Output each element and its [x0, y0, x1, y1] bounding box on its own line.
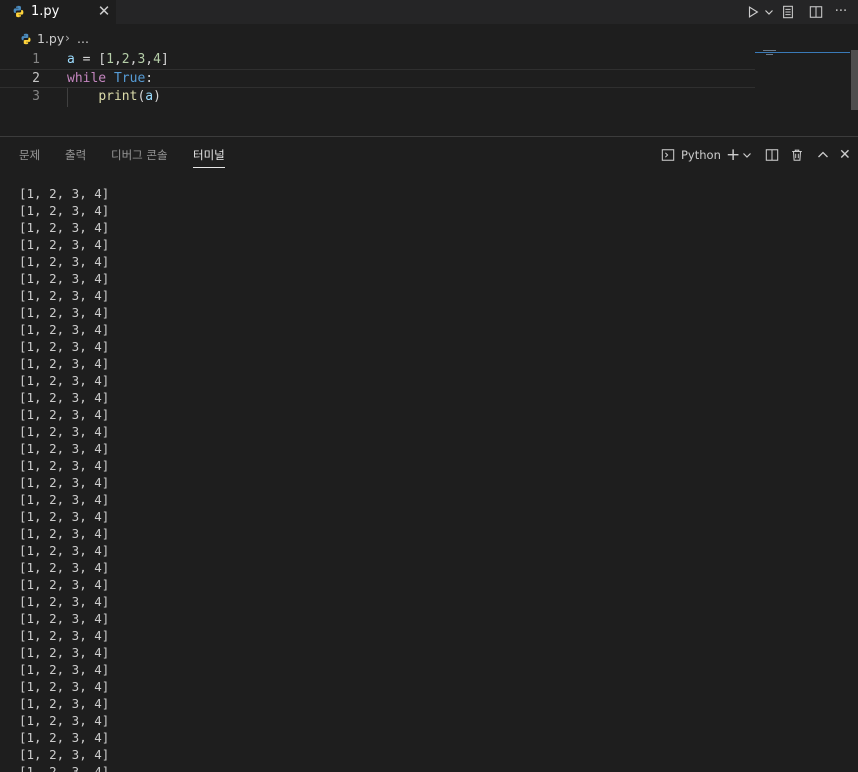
- line-number: 1: [32, 52, 40, 67]
- terminal-line: [1, 2, 3, 4]: [19, 509, 110, 524]
- code-token: a: [145, 89, 154, 104]
- code-token: a: [67, 52, 75, 67]
- terminal-line: [1, 2, 3, 4]: [19, 713, 110, 728]
- terminal-line: [1, 2, 3, 4]: [19, 186, 110, 201]
- python-file-icon: [13, 5, 24, 18]
- breadcrumb-symbols[interactable]: ...: [77, 31, 89, 46]
- terminal-line: [1, 2, 3, 4]: [19, 271, 110, 286]
- terminal-line: [1, 2, 3, 4]: [19, 237, 110, 252]
- chevron-up-icon[interactable]: [817, 145, 829, 165]
- terminal-line: [1, 2, 3, 4]: [19, 696, 110, 711]
- code-token: True: [113, 71, 146, 86]
- trash-icon[interactable]: [790, 145, 804, 165]
- code-token: ,: [145, 52, 154, 67]
- terminal-line: [1, 2, 3, 4]: [19, 560, 110, 575]
- terminal-output[interactable]: [1, 2, 3, 4] [1, 2, 3, 4] [1, 2, 3, 4] [1, …: [19, 185, 839, 772]
- bottom-panel: 문제 출력 디버그 콘솔 터미널 Python + ✕ [1, 2, 3, 4]…: [0, 136, 858, 772]
- terminal-line: [1, 2, 3, 4]: [19, 475, 110, 490]
- panel-tab-bar: 문제 출력 디버그 콘솔 터미널 Python + ✕: [0, 137, 858, 171]
- scrollbar-thumb[interactable]: [851, 50, 858, 110]
- terminal-line: [1, 2, 3, 4]: [19, 254, 110, 269]
- code-text: a = [1,2,3,4]: [67, 52, 169, 67]
- code-text: while True:: [67, 71, 153, 86]
- terminal-line: [1, 2, 3, 4]: [19, 424, 110, 439]
- tab-label: 1.py: [31, 4, 60, 19]
- terminal-line: [1, 2, 3, 4]: [19, 730, 110, 745]
- terminal-line: [1, 2, 3, 4]: [19, 747, 110, 762]
- new-terminal-button[interactable]: +: [726, 145, 740, 165]
- open-preview-icon[interactable]: [779, 3, 797, 21]
- terminal-line: [1, 2, 3, 4]: [19, 577, 110, 592]
- terminal-line: [1, 2, 3, 4]: [19, 611, 110, 626]
- terminal-icon: [661, 145, 675, 165]
- code-token: :: [145, 71, 154, 86]
- terminal-line: [1, 2, 3, 4]: [19, 662, 110, 677]
- code-editor[interactable]: 1 a = [1,2,3,4] 2 while True: 3 print(a): [0, 50, 858, 136]
- code-token: 2: [121, 52, 130, 67]
- terminal-line: [1, 2, 3, 4]: [19, 356, 110, 371]
- terminal-line: [1, 2, 3, 4]: [19, 390, 110, 405]
- line-number: 2: [32, 71, 40, 86]
- code-line: 1 a = [1,2,3,4]: [0, 51, 755, 70]
- editor-scrollbar[interactable]: [850, 50, 858, 136]
- editor-tab-bar: 1.py ✕ ···: [0, 0, 858, 24]
- terminal-line: [1, 2, 3, 4]: [19, 373, 110, 388]
- terminal-line: [1, 2, 3, 4]: [19, 220, 110, 235]
- terminal-line: [1, 2, 3, 4]: [19, 764, 110, 772]
- terminal-line: [1, 2, 3, 4]: [19, 543, 110, 558]
- line-number: 3: [32, 89, 40, 104]
- terminal-line: [1, 2, 3, 4]: [19, 679, 110, 694]
- chevron-down-icon[interactable]: [760, 3, 778, 21]
- chevron-down-icon[interactable]: [742, 145, 752, 165]
- indent-guide: [67, 88, 68, 107]
- minimap-current-line: [755, 52, 850, 53]
- code-token: while: [67, 71, 107, 86]
- breadcrumb-separator: ›: [65, 30, 70, 45]
- code-text: print(a): [67, 89, 161, 104]
- code-token: ]: [160, 52, 169, 67]
- terminal-line: [1, 2, 3, 4]: [19, 645, 110, 660]
- split-editor-icon[interactable]: [807, 3, 825, 21]
- more-actions-button[interactable]: ···: [832, 3, 850, 21]
- terminal-line: [1, 2, 3, 4]: [19, 628, 110, 643]
- code-token: ): [153, 89, 161, 104]
- terminal-line: [1, 2, 3, 4]: [19, 407, 110, 422]
- terminal-line: [1, 2, 3, 4]: [19, 322, 110, 337]
- terminal-instance-name[interactable]: Python: [681, 145, 721, 165]
- terminal-line: [1, 2, 3, 4]: [19, 594, 110, 609]
- close-panel-button[interactable]: ✕: [839, 145, 851, 165]
- code-token: = [: [74, 52, 107, 67]
- terminal-line: [1, 2, 3, 4]: [19, 458, 110, 473]
- code-token: ,: [113, 52, 122, 67]
- code-token: 4: [153, 52, 161, 67]
- terminal-line: [1, 2, 3, 4]: [19, 339, 110, 354]
- python-file-icon: [21, 33, 31, 45]
- code-token: 1: [106, 52, 114, 67]
- tab-close-button[interactable]: ✕: [96, 2, 112, 20]
- terminal-line: [1, 2, 3, 4]: [19, 288, 110, 303]
- terminal-line: [1, 2, 3, 4]: [19, 441, 110, 456]
- minimap[interactable]: [755, 50, 850, 136]
- terminal-line: [1, 2, 3, 4]: [19, 526, 110, 541]
- panel-actions: Python + ✕: [0, 145, 858, 165]
- code-line-current: 2 while True:: [0, 69, 755, 88]
- terminal-line: [1, 2, 3, 4]: [19, 305, 110, 320]
- vscode-window: 1.py ✕ ··· 1.py › ... 1 a = [1,2,3,4] 2 …: [0, 0, 858, 772]
- tab-1-py[interactable]: 1.py ✕: [0, 0, 116, 24]
- breadcrumb-file[interactable]: 1.py: [37, 31, 64, 46]
- breadcrumb: 1.py › ...: [0, 28, 760, 50]
- code-token: print: [98, 89, 138, 104]
- terminal-line: [1, 2, 3, 4]: [19, 492, 110, 507]
- split-terminal-icon[interactable]: [765, 145, 779, 165]
- code-line: 3 print(a): [0, 88, 755, 107]
- terminal-line: [1, 2, 3, 4]: [19, 203, 110, 218]
